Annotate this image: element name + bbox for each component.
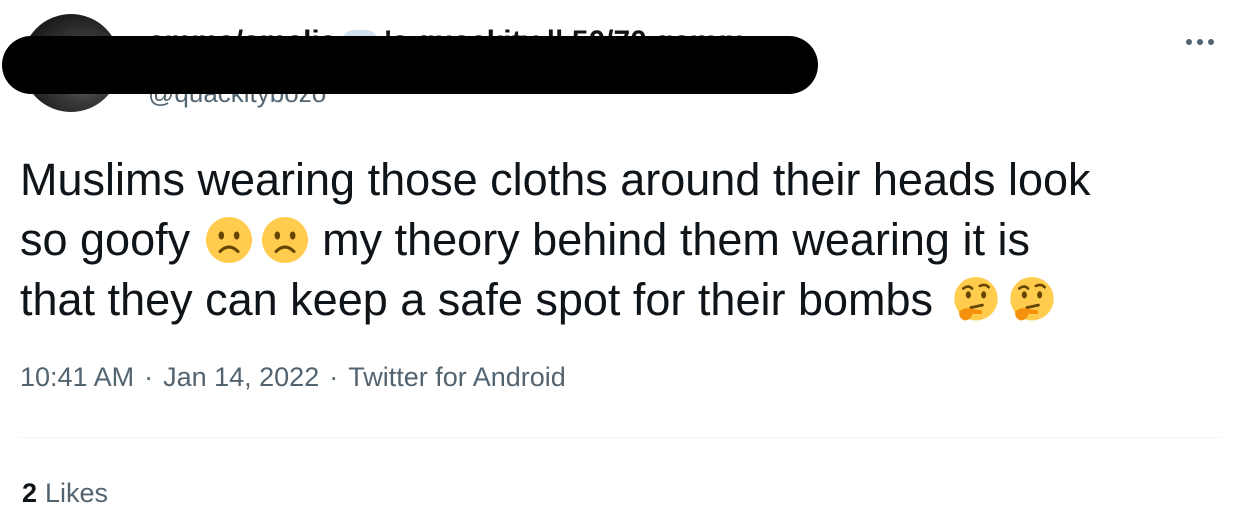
tweet-line-2: so goofy my theory behind them wearing i…: [20, 210, 1225, 270]
thinking-face-icon: [1010, 277, 1054, 321]
tweet-line-3: that they can keep a safe spot for their…: [20, 270, 1225, 330]
likes-stat[interactable]: 2 Likes: [22, 478, 108, 509]
meta-separator: ·: [329, 362, 339, 392]
tweet-text-line1: Muslims wearing those cloths around thei…: [20, 154, 1091, 205]
tweet-text-line2-start: so goofy: [20, 214, 191, 265]
ellipsis-icon[interactable]: [1178, 32, 1222, 52]
frowning-face-icon: [206, 217, 253, 263]
tweet-text: Muslims wearing those cloths around thei…: [20, 150, 1225, 330]
meta-separator: ·: [144, 362, 154, 392]
tweet-time[interactable]: 10:41 AM: [20, 362, 134, 393]
likes-count: 2: [22, 478, 38, 508]
thinking-face-icon: [954, 277, 998, 321]
tweet-text-line2-end: my theory behind them wearing it is: [322, 214, 1030, 265]
likes-label: Likes: [45, 478, 109, 508]
redaction-bar: [2, 36, 818, 94]
tweet-source[interactable]: Twitter for Android: [348, 362, 566, 393]
tweet-date[interactable]: Jan 14, 2022: [163, 362, 319, 393]
divider: [20, 437, 1220, 438]
tweet-metadata: 10:41 AM · Jan 14, 2022 · Twitter for An…: [20, 362, 566, 393]
frowning-face-icon: [262, 217, 309, 263]
tweet-line-1: Muslims wearing those cloths around thei…: [20, 150, 1225, 210]
tweet-header: emma/amelia 's quackity || 50/70 ganyu @…: [0, 0, 1242, 120]
tweet-text-line3: that they can keep a safe spot for their…: [20, 274, 934, 325]
